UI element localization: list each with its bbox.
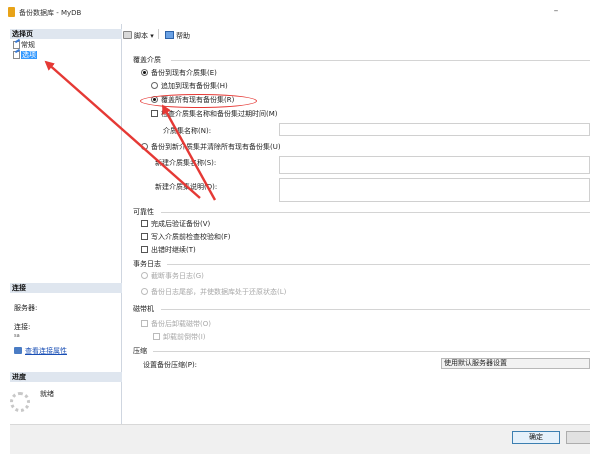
view-connection-properties-link[interactable]: 查看连接属性: [14, 346, 67, 356]
ok-button[interactable]: 确定: [512, 431, 560, 444]
rewind-tape-label: 卸载前倒带(I): [163, 333, 206, 341]
server-label: 服务器:: [14, 304, 38, 312]
continue-on-error-label: 出错时继续(T): [151, 246, 196, 254]
page-icon: [12, 50, 20, 59]
tail-log-label: 备份日志尾部，并使数据库处于还原状态(L): [151, 288, 287, 296]
checkbox-icon: [141, 246, 148, 253]
unload-tape-label: 备份后卸载磁带(O): [151, 320, 211, 328]
check-name-expiry-label: 检查介质集名称和备份集过期时间(M): [161, 110, 278, 118]
compression-setting-label: 设置备份压缩(P):: [143, 361, 198, 369]
new-media-set-desc-input[interactable]: [279, 178, 590, 202]
progress-header: 进度: [10, 372, 122, 382]
connection-properties-icon: [14, 347, 22, 354]
page-icon: [12, 40, 20, 49]
progress-spinner-icon: [10, 392, 30, 412]
radio-icon: [141, 143, 148, 150]
reliability-title: 可靠性: [133, 208, 154, 216]
divider: [161, 212, 590, 213]
radio-icon: [151, 82, 158, 89]
toolbar-divider: [157, 29, 159, 39]
page-options-label: 选项: [21, 51, 37, 59]
backup-new-media-label: 备份到新介质集并清除所有现有备份集(U): [151, 143, 281, 151]
overwrite-media-title: 覆盖介质: [133, 56, 161, 64]
script-button[interactable]: 脚本 ▾: [123, 29, 154, 43]
database-icon: [8, 7, 15, 17]
append-backup-set-radio[interactable]: 追加到现有备份集(H): [151, 82, 228, 91]
radio-icon: [141, 288, 148, 295]
cancel-button[interactable]: [566, 431, 590, 444]
compression-title: 压缩: [133, 347, 147, 355]
truncate-log-radio[interactable]: 截断事务日志(G): [141, 272, 204, 281]
connection-header: 连接: [10, 283, 122, 293]
transaction-log-title: 事务日志: [133, 260, 161, 268]
checksum-label: 写入介质前检查校验和(F): [151, 233, 231, 241]
backup-existing-media-label: 备份到现有介质集(E): [151, 69, 217, 77]
checkbox-icon: [151, 110, 158, 117]
check-name-expiry-checkbox[interactable]: 检查介质集名称和备份集过期时间(M): [151, 110, 278, 119]
minimize-button[interactable]: –: [548, 4, 564, 18]
new-media-set-desc-label: 新建介质集说明(D):: [155, 183, 218, 191]
divider: [153, 351, 590, 352]
page-general-label: 常规: [21, 41, 35, 49]
divider: [161, 309, 590, 310]
dialog-footer: [10, 424, 590, 454]
divider: [171, 60, 590, 61]
truncate-log-label: 截断事务日志(G): [151, 272, 204, 280]
new-media-set-name-label: 新建介质集名称(S):: [155, 159, 217, 167]
backup-existing-media-radio[interactable]: 备份到现有介质集(E): [141, 69, 217, 78]
tail-log-radio[interactable]: 备份日志尾部，并使数据库处于还原状态(L): [141, 288, 286, 297]
radio-icon: [141, 272, 148, 279]
help-icon: [164, 31, 174, 39]
help-button[interactable]: 帮助: [164, 29, 190, 43]
checkbox-icon: [141, 320, 148, 327]
window-title: 备份数据库 - MyDB: [19, 9, 82, 17]
radio-icon: [141, 69, 148, 76]
append-backup-set-label: 追加到现有备份集(H): [161, 82, 228, 90]
continue-on-error-checkbox[interactable]: 出错时继续(T): [141, 246, 196, 255]
tape-drive-title: 磁带机: [133, 305, 154, 313]
page-general[interactable]: 常规: [12, 40, 35, 50]
compression-select[interactable]: 使用默认服务器设置: [441, 358, 590, 369]
checkbox-icon: [141, 233, 148, 240]
toolbar: 脚本 ▾ 帮助: [123, 29, 198, 43]
rewind-tape-checkbox[interactable]: 卸载前倒带(I): [153, 333, 206, 342]
verify-backup-label: 完成后验证备份(V): [151, 220, 211, 228]
media-set-name-input[interactable]: [279, 123, 590, 136]
view-connection-properties-label: 查看连接属性: [25, 347, 67, 355]
verify-backup-checkbox[interactable]: 完成后验证备份(V): [141, 220, 210, 229]
script-icon: [123, 31, 132, 39]
select-page-header: 选择页: [10, 29, 122, 39]
new-media-set-name-input[interactable]: [279, 156, 590, 174]
divider: [167, 264, 590, 265]
checkbox-icon: [153, 333, 160, 340]
connection-label: 连接:: [14, 323, 31, 331]
sidebar: 选择页 常规 选项 连接 服务器: 连接: sa 查看连接属性 进度 就绪: [10, 24, 122, 424]
script-label: 脚本: [134, 32, 148, 40]
page-options[interactable]: 选项: [12, 50, 37, 60]
unload-tape-checkbox[interactable]: 备份后卸载磁带(O): [141, 320, 211, 329]
help-label: 帮助: [175, 32, 190, 40]
checksum-checkbox[interactable]: 写入介质前检查校验和(F): [141, 233, 231, 242]
progress-status: 就绪: [40, 390, 54, 398]
connection-value: sa: [14, 333, 20, 339]
checkbox-icon: [141, 220, 148, 227]
backup-new-media-radio[interactable]: 备份到新介质集并清除所有现有备份集(U): [141, 143, 281, 152]
highlight-ellipse: [140, 94, 257, 108]
title-bar: 备份数据库 - MyDB –: [0, 0, 590, 24]
media-set-name-label: 介质集名称(N):: [163, 127, 212, 135]
